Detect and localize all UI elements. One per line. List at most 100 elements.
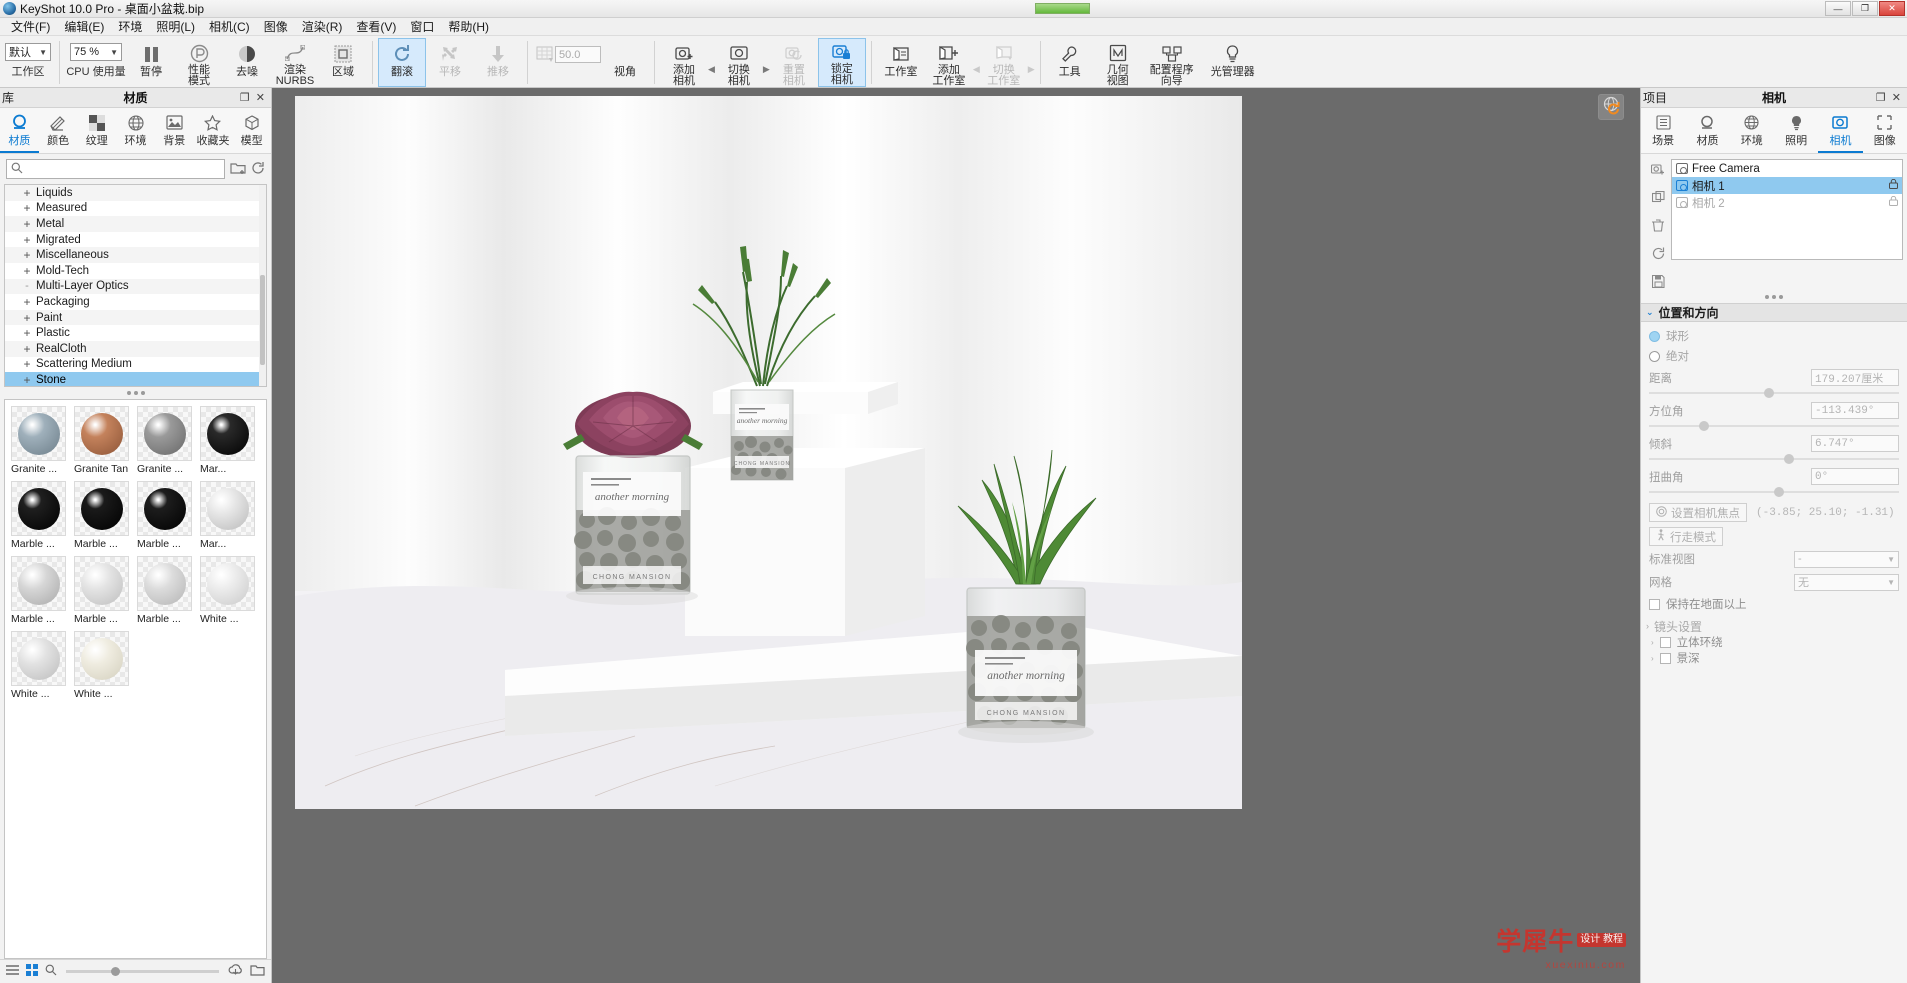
- azimuth-slider[interactable]: [1649, 420, 1899, 432]
- menu-lighting[interactable]: 照明(L): [149, 18, 202, 36]
- minimize-button[interactable]: —: [1825, 1, 1851, 16]
- tree-row[interactable]: + Migrated: [5, 231, 266, 248]
- camera-panel-splitter-grip[interactable]: [1641, 291, 1907, 303]
- performance-mode-button[interactable]: 性能 模式: [175, 38, 223, 87]
- thumbnail-size-slider[interactable]: [66, 967, 219, 976]
- tree-row[interactable]: + Packaging: [5, 294, 266, 310]
- grid-view-icon[interactable]: [26, 964, 38, 979]
- keep-above-ground-row[interactable]: 保持在地面以上: [1649, 594, 1899, 614]
- next-studio-arrow[interactable]: ▶: [1028, 50, 1035, 75]
- maximize-button[interactable]: ❐: [1852, 1, 1878, 16]
- project-tab-material[interactable]: 材质: [1685, 108, 1729, 153]
- menu-bar[interactable]: 文件(F) 编辑(E) 环境 照明(L) 相机(C) 图像 渲染(R) 查看(V…: [0, 18, 1907, 36]
- slider-knob[interactable]: [1784, 454, 1794, 464]
- expander-icon[interactable]: -: [21, 280, 33, 292]
- pan-tool-button[interactable]: 平移: [426, 38, 474, 87]
- tree-row[interactable]: + Metal: [5, 216, 266, 232]
- expander-icon[interactable]: +: [21, 326, 33, 340]
- mode-absolute-row[interactable]: 绝对: [1649, 346, 1899, 366]
- rotate-tool-button[interactable]: 翻滚: [378, 38, 426, 87]
- library-tab-colors[interactable]: 颜色: [39, 108, 78, 153]
- expander-icon[interactable]: +: [21, 357, 33, 371]
- next-camera-arrow[interactable]: ▶: [763, 50, 770, 75]
- expander-icon[interactable]: +: [21, 295, 33, 309]
- project-tab-lighting[interactable]: 照明: [1774, 108, 1818, 153]
- material-swatch[interactable]: Marble ...: [137, 481, 200, 550]
- cloud-download-icon[interactable]: [228, 964, 243, 979]
- copy-camera-icon[interactable]: [1651, 190, 1665, 207]
- slider-knob[interactable]: [111, 967, 120, 976]
- mode-spherical-row[interactable]: 球形: [1649, 326, 1899, 346]
- material-swatch[interactable]: Granite ...: [137, 406, 200, 475]
- distance-slider[interactable]: [1649, 387, 1899, 399]
- environment-rotate-button[interactable]: [1598, 94, 1624, 120]
- slider-knob[interactable]: [1774, 487, 1784, 497]
- stereo-surround-row[interactable]: › 立体环绕: [1641, 634, 1907, 650]
- material-category-tree[interactable]: + Liquids + Measured + Metal + Migrated + Mis…: [4, 184, 267, 387]
- material-swatch[interactable]: Marble ...: [74, 556, 137, 625]
- switch-camera-button[interactable]: 切换 相机: [715, 38, 763, 87]
- library-tab-backgrounds[interactable]: 背景: [155, 108, 194, 153]
- lock-camera-button[interactable]: 锁定 相机: [817, 38, 866, 87]
- library-tab-models[interactable]: 模型: [232, 108, 271, 153]
- dolly-tool-button[interactable]: 推移: [474, 38, 522, 87]
- menu-environment[interactable]: 环境: [111, 18, 149, 36]
- library-tab-materials[interactable]: 材质: [0, 108, 39, 153]
- tree-row-stone[interactable]: + Stone: [5, 372, 266, 386]
- twist-value[interactable]: 0°: [1811, 468, 1899, 485]
- menu-help[interactable]: 帮助(H): [441, 18, 496, 36]
- menu-edit[interactable]: 编辑(E): [57, 18, 111, 36]
- tree-row[interactable]: + Liquids: [5, 185, 266, 201]
- radio-spherical[interactable]: [1649, 330, 1660, 342]
- fov-field[interactable]: 50.0: [555, 46, 601, 63]
- tools-button[interactable]: 工具: [1046, 38, 1094, 87]
- tree-row[interactable]: + Paint: [5, 309, 266, 326]
- studio-button[interactable]: 工作室: [877, 38, 925, 87]
- menu-view[interactable]: 查看(V): [349, 18, 403, 36]
- project-tab-environment[interactable]: 环境: [1730, 108, 1774, 153]
- render-image[interactable]: another morning CHONG MANSION another mo…: [295, 96, 1242, 809]
- tree-scrollbar[interactable]: [259, 185, 266, 386]
- list-view-icon[interactable]: [6, 964, 19, 979]
- cpu-usage-combo[interactable]: 75 % ▼: [70, 43, 122, 61]
- stereo-surround-checkbox[interactable]: [1659, 636, 1671, 648]
- project-tab-camera[interactable]: 相机: [1818, 108, 1863, 153]
- add-studio-button[interactable]: 添加 工作室: [925, 38, 973, 87]
- magnifier-icon[interactable]: [45, 964, 57, 979]
- lock-icon[interactable]: [1889, 178, 1898, 192]
- menu-image[interactable]: 图像: [257, 18, 295, 36]
- panel-splitter-grip[interactable]: [0, 387, 271, 399]
- geometry-view-button[interactable]: 几何 视图: [1094, 38, 1142, 87]
- material-swatch-grid[interactable]: Granite ... Granite Tan Granite ... Mar.…: [4, 399, 267, 959]
- folder-icon[interactable]: [250, 964, 265, 979]
- workspace-selector[interactable]: 默认 ▼ 工作区: [2, 38, 54, 87]
- camera-list-item[interactable]: Free Camera: [1672, 160, 1902, 177]
- inclination-value[interactable]: 6.747°: [1811, 435, 1899, 452]
- tree-row[interactable]: + RealCloth: [5, 340, 266, 357]
- expander-icon[interactable]: +: [21, 373, 33, 386]
- material-swatch[interactable]: White ...: [200, 556, 263, 625]
- library-tab-environment[interactable]: 环境: [116, 108, 155, 153]
- distance-value[interactable]: 179.207厘米: [1811, 369, 1899, 386]
- tree-row[interactable]: + Measured: [5, 200, 266, 217]
- set-camera-focus-button[interactable]: 设置相机焦点: [1649, 503, 1747, 522]
- camera-list-item[interactable]: 相机 2: [1672, 194, 1902, 211]
- expander-icon[interactable]: +: [21, 248, 33, 262]
- menu-render[interactable]: 渲染(R): [295, 18, 350, 36]
- expander-icon[interactable]: +: [21, 217, 33, 231]
- search-input[interactable]: [27, 163, 224, 175]
- expander-icon[interactable]: +: [21, 311, 33, 325]
- depth-of-field-checkbox[interactable]: [1659, 652, 1671, 664]
- project-tab-scene[interactable]: 场景: [1641, 108, 1685, 153]
- denoise-button[interactable]: 去噪: [223, 38, 271, 87]
- material-swatch[interactable]: Mar...: [200, 406, 263, 475]
- depth-of-field-row[interactable]: › 景深: [1641, 650, 1907, 666]
- material-swatch[interactable]: Mar...: [200, 481, 263, 550]
- project-tab-image[interactable]: 图像: [1863, 108, 1907, 153]
- walk-mode-button[interactable]: 行走模式: [1649, 527, 1723, 546]
- expander-icon[interactable]: +: [21, 186, 33, 200]
- material-swatch[interactable]: White ...: [74, 631, 137, 700]
- reset-camera-icon[interactable]: [1652, 247, 1665, 263]
- lock-icon[interactable]: [1889, 195, 1898, 209]
- save-camera-icon[interactable]: [1651, 274, 1665, 291]
